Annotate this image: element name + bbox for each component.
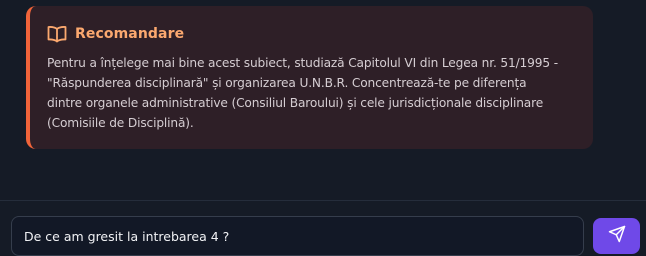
recommendation-header: Recomandare — [47, 22, 579, 46]
send-button[interactable] — [593, 218, 640, 254]
recommendation-card: Recomandare Pentru a înțelege mai bine a… — [26, 6, 593, 149]
message-input[interactable]: De ce am gresit la intrebarea 4 ? — [11, 216, 584, 256]
open-book-icon — [47, 25, 67, 43]
recommendation-text: Pentru a înțelege mai bine acest subiect… — [47, 56, 558, 130]
composer-divider — [0, 200, 646, 201]
recommendation-title: Recomandare — [75, 26, 185, 42]
message-input-value: De ce am gresit la intrebarea 4 ? — [24, 228, 230, 244]
paper-plane-icon — [608, 225, 626, 247]
